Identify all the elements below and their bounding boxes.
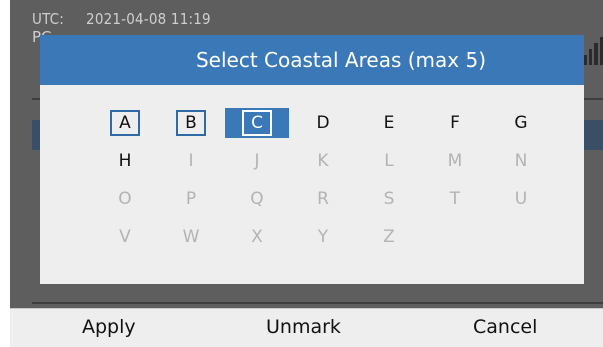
- area-letter: A: [110, 110, 140, 136]
- area-letter: W: [182, 227, 200, 247]
- status-utc: UTC: 2021-04-08 11:19: [32, 10, 211, 28]
- area-option-q: Q: [224, 180, 290, 218]
- area-option-e[interactable]: E: [356, 104, 422, 142]
- area-letter: F: [450, 113, 460, 133]
- area-option-t: T: [422, 180, 488, 218]
- area-letter: T: [449, 189, 461, 209]
- area-letter: L: [384, 151, 394, 171]
- area-letter: K: [317, 151, 329, 171]
- area-option-d[interactable]: D: [290, 104, 356, 142]
- area-option-z: Z: [356, 218, 422, 256]
- area-letter: C: [242, 110, 272, 136]
- area-row: V W X Y Z: [92, 218, 554, 256]
- unmark-button[interactable]: Unmark: [266, 316, 341, 338]
- utc-value: 2021-04-08 11:19: [86, 10, 211, 28]
- area-option-u: U: [488, 180, 554, 218]
- area-option-r: R: [290, 180, 356, 218]
- area-option-m: M: [422, 142, 488, 180]
- coastal-areas-dialog: Select Coastal Areas (max 5) A B C D E F G H I J K…: [40, 35, 584, 284]
- cancel-button[interactable]: Cancel: [473, 316, 537, 338]
- utc-label: UTC:: [32, 10, 65, 28]
- area-letter: P: [185, 189, 197, 209]
- area-option-x: X: [224, 218, 290, 256]
- signal-strength-icon: [583, 33, 603, 65]
- area-letter: V: [119, 227, 131, 247]
- area-option-j: J: [224, 142, 290, 180]
- area-option-y: Y: [290, 218, 356, 256]
- area-letter: R: [317, 189, 329, 209]
- area-row: A B C D E F G: [92, 104, 554, 142]
- area-option-b[interactable]: B: [158, 104, 224, 142]
- apply-button[interactable]: Apply: [82, 316, 136, 338]
- area-letter: Y: [317, 227, 329, 247]
- area-letter: S: [383, 189, 395, 209]
- area-option-a[interactable]: A: [92, 104, 158, 142]
- area-option-v: V: [92, 218, 158, 256]
- area-option-w: W: [158, 218, 224, 256]
- area-letter: I: [188, 151, 194, 171]
- area-letter: U: [514, 189, 528, 209]
- area-option-o: O: [92, 180, 158, 218]
- area-option-i: I: [158, 142, 224, 180]
- area-option-f[interactable]: F: [422, 104, 488, 142]
- area-letter: D: [316, 113, 330, 133]
- area-letter: O: [118, 189, 132, 209]
- area-option-h[interactable]: H: [92, 142, 158, 180]
- area-letter: B: [176, 110, 206, 136]
- area-row: O P Q R S T U: [92, 180, 554, 218]
- area-row: H I J K L M N: [92, 142, 554, 180]
- area-letter: M: [447, 151, 463, 171]
- area-option-g[interactable]: G: [488, 104, 554, 142]
- area-letter: X: [251, 227, 263, 247]
- area-letter: Z: [383, 227, 395, 247]
- softkey-bar: Apply Unmark Cancel: [10, 308, 603, 347]
- area-option-c[interactable]: C: [224, 104, 290, 142]
- area-option-p: P: [158, 180, 224, 218]
- area-option-l: L: [356, 142, 422, 180]
- coastal-area-grid: A B C D E F G H I J K L M N O P Q R S T U V W X Y Z: [92, 104, 554, 256]
- area-letter: G: [514, 113, 528, 133]
- dialog-title: Select Coastal Areas (max 5): [40, 35, 584, 85]
- area-letter: N: [514, 151, 528, 171]
- area-letter: H: [118, 151, 132, 171]
- background-divider-bottom: [32, 302, 603, 304]
- area-letter: E: [383, 113, 395, 133]
- area-letter: Q: [250, 189, 264, 209]
- area-option-n: N: [488, 142, 554, 180]
- area-option-k: K: [290, 142, 356, 180]
- area-option-s: S: [356, 180, 422, 218]
- area-letter: J: [254, 151, 260, 171]
